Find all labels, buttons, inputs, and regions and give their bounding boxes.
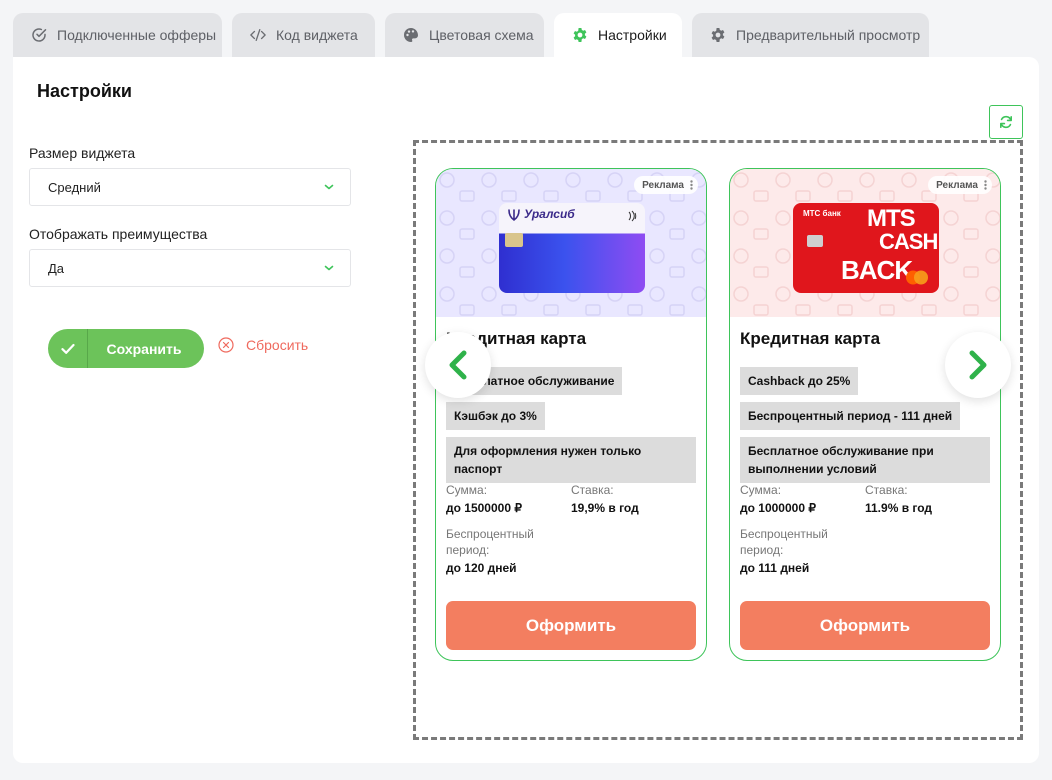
palette-icon	[403, 27, 419, 43]
check-circle-icon	[31, 27, 47, 43]
show-benefits-select[interactable]: Да	[29, 249, 351, 287]
offer-card: МТС банк MTS CASH BACK Реклама Кредитная…	[729, 168, 1001, 661]
rate-value: 11.9% в год	[865, 501, 933, 515]
tab-widget-code[interactable]: Код виджета	[232, 13, 375, 57]
sum-label: Сумма:	[446, 483, 488, 497]
rate-label: Ставка:	[571, 483, 614, 497]
offer-tag: Бесплатное обслуживание при выполнении у…	[740, 437, 990, 483]
refresh-icon	[1000, 115, 1012, 129]
offer-grace-period: Беспроцентный период: до 120 дней	[446, 526, 546, 576]
close-circle-icon	[218, 337, 234, 353]
tab-label: Предварительный просмотр	[736, 27, 921, 43]
offer-rate: Ставка: 11.9% в год	[865, 482, 932, 516]
gear-icon	[710, 27, 726, 43]
bank-name: Уралсиб	[524, 207, 575, 221]
card-chip	[505, 233, 523, 247]
bank-logo-icon	[508, 209, 520, 221]
tab-connected-offers[interactable]: Подключенные офферы	[13, 13, 222, 57]
chevron-down-icon	[324, 184, 334, 190]
tab-label: Настройки	[598, 27, 667, 43]
offer-title: Кредитная карта	[740, 329, 881, 348]
widget-size-label: Размер виджета	[29, 145, 136, 161]
tab-bar: Подключенные офферы Код виджета Цветовая…	[13, 13, 939, 57]
mastercard-logo-icon	[906, 270, 928, 285]
grace-value: до 120 дней	[446, 561, 517, 575]
contactless-icon	[628, 210, 637, 222]
rate-value: 19,9% в год	[571, 501, 639, 515]
tab-label: Код виджета	[276, 27, 358, 43]
bank-name: МТС банк	[803, 209, 841, 218]
widget-preview: Уралсиб Реклама Кредитная карта Бесплатн…	[413, 140, 1023, 740]
ad-label: Реклама	[936, 179, 978, 191]
more-vertical-icon	[984, 180, 987, 190]
tab-label: Подключенные офферы	[57, 27, 217, 43]
offer-tag: Cashback до 25%	[740, 367, 859, 395]
reset-button[interactable]: Сбросить	[218, 337, 308, 353]
card-text-cash: CASH	[879, 229, 938, 254]
carousel-next-button[interactable]	[945, 332, 1011, 398]
refresh-button[interactable]	[989, 105, 1023, 139]
offer-grace-period: Беспроцентный период: до 111 дней	[740, 526, 840, 576]
card-text-back: BACK	[841, 255, 913, 285]
tab-settings[interactable]: Настройки	[554, 13, 682, 57]
grace-value: до 111 дней	[740, 561, 810, 575]
rate-label: Ставка:	[865, 483, 908, 497]
code-icon	[250, 27, 266, 43]
tab-color-scheme[interactable]: Цветовая схема	[385, 13, 544, 57]
more-vertical-icon	[690, 180, 693, 190]
sum-label: Сумма:	[740, 483, 782, 497]
bank-card-image: МТС банк MTS CASH BACK	[793, 203, 939, 293]
reset-button-label: Сбросить	[246, 337, 309, 353]
widget-size-value: Средний	[48, 179, 101, 195]
offer-tag: Кэшбэк до 3%	[446, 402, 545, 430]
chevron-left-icon	[449, 350, 467, 380]
carousel-prev-button[interactable]	[425, 332, 491, 398]
offer-tag: Для оформления нужен только паспорт	[446, 437, 696, 483]
offer-tag: Беспроцентный период - 111 дней	[740, 402, 961, 430]
chevron-right-icon	[969, 350, 987, 380]
save-button-label: Сохранить	[106, 340, 182, 357]
offer-card: Уралсиб Реклама Кредитная карта Бесплатн…	[435, 168, 707, 661]
offer-sum: Сумма: до 1500000 ₽	[446, 482, 522, 516]
grace-label: Беспроцентный период:	[740, 527, 828, 557]
gear-icon	[572, 27, 588, 43]
settings-panel: Настройки Размер виджета Средний Отображ…	[13, 57, 1039, 763]
offer-sum: Сумма: до 1000000 ₽	[740, 482, 816, 516]
save-button[interactable]: Сохранить	[48, 329, 204, 368]
ad-badge[interactable]: Реклама	[634, 176, 698, 194]
offer-rate: Ставка: 19,9% в год	[571, 482, 639, 516]
ad-label: Реклама	[642, 179, 684, 191]
bank-card-image: Уралсиб	[499, 203, 645, 293]
grace-label: Беспроцентный период:	[446, 527, 534, 557]
check-icon	[48, 329, 88, 368]
tab-label: Цветовая схема	[429, 27, 534, 43]
widget-size-select[interactable]: Средний	[29, 168, 351, 206]
ad-badge[interactable]: Реклама	[928, 176, 992, 194]
sum-value: до 1000000 ₽	[740, 501, 816, 515]
show-benefits-value: Да	[48, 260, 65, 276]
show-benefits-label: Отображать преимущества	[29, 226, 208, 242]
apply-button[interactable]: Оформить	[740, 601, 990, 650]
offer-hero: Уралсиб Реклама	[436, 169, 706, 317]
card-chip	[807, 235, 823, 247]
sum-value: до 1500000 ₽	[446, 501, 522, 515]
offer-hero: МТС банк MTS CASH BACK Реклама	[730, 169, 1000, 317]
chevron-down-icon	[324, 265, 334, 271]
apply-button[interactable]: Оформить	[446, 601, 696, 650]
tab-preview[interactable]: Предварительный просмотр	[692, 13, 929, 57]
page-title: Настройки	[37, 81, 132, 101]
